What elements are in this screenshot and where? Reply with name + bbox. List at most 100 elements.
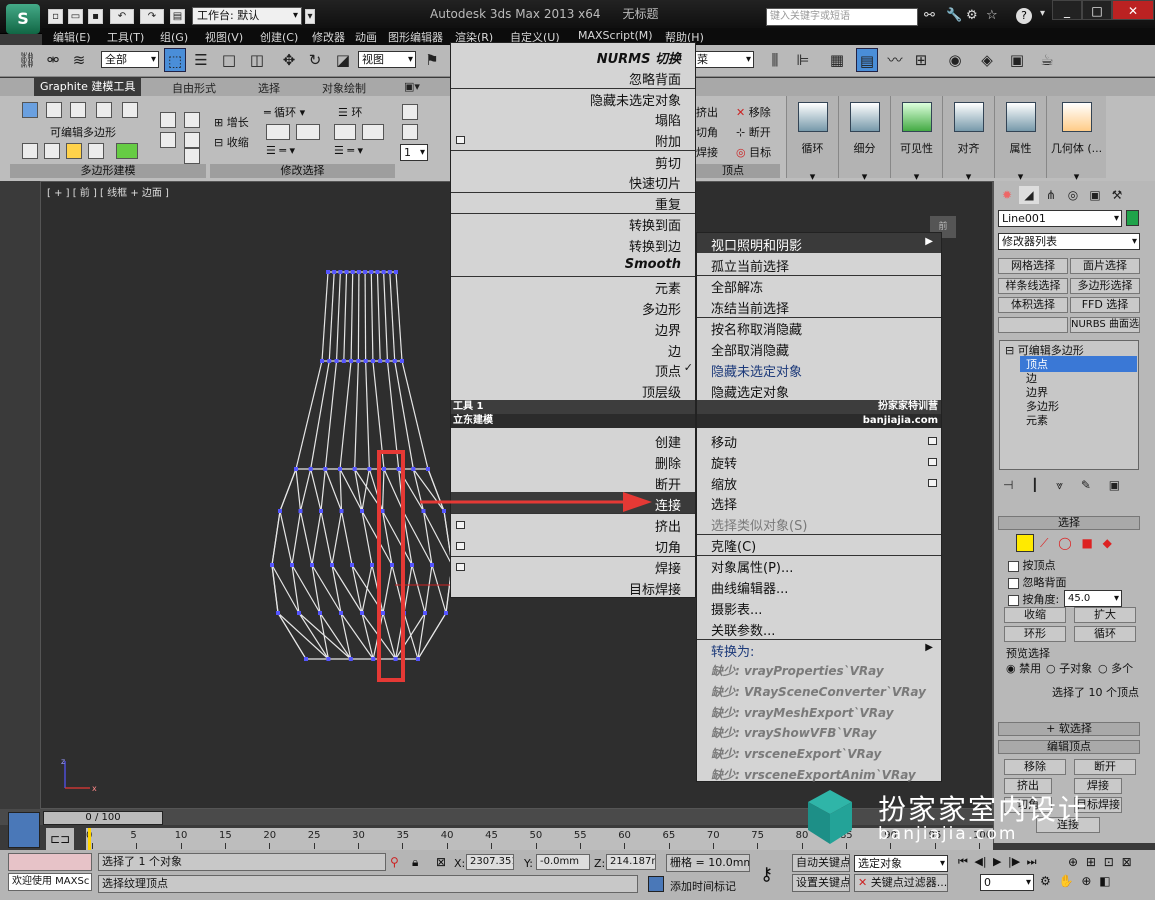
tab-options-icon[interactable]: ▣▾	[404, 80, 420, 93]
menu-chamfer[interactable]: 切角	[655, 537, 681, 556]
new-file-icon[interactable]: ▫	[48, 9, 63, 24]
tab-freeform[interactable]: 自由形式	[172, 80, 216, 96]
render-setup-icon[interactable]: ◈	[976, 48, 998, 72]
menu-hide-unselected[interactable]: 隐藏未选定对象	[590, 90, 681, 109]
vertex-tool-icon-1[interactable]	[402, 104, 418, 120]
vertex-tool-icon-2[interactable]	[402, 124, 418, 140]
spinner-value[interactable]: 1	[400, 144, 428, 161]
remove-vertex-button[interactable]: 移除	[1004, 759, 1066, 775]
undo-icon[interactable]: ↶	[110, 9, 134, 24]
help-dropdown-icon[interactable]: ▾	[1040, 8, 1045, 19]
unlink-icon[interactable]: ⚮	[42, 48, 64, 72]
time-slider[interactable]: 0 / 100	[43, 811, 163, 825]
menu-collapse[interactable]: 塌陷	[655, 110, 681, 129]
curve-editor-icon[interactable]: 〰	[884, 48, 906, 72]
menu-nurms-toggle[interactable]: NURMS 切换	[597, 48, 681, 67]
model-icon-2[interactable]	[44, 143, 60, 159]
break-button[interactable]: ⊹ 断开	[736, 124, 771, 140]
workspace-dropdown[interactable]: 工作台: 默认	[192, 7, 302, 25]
loop-shift-button[interactable]: ☰ ═ ▾	[266, 144, 295, 157]
menu-create[interactable]: 创建	[655, 432, 681, 451]
menu-quickslice[interactable]: 快速切片	[629, 173, 681, 192]
object-name-field[interactable]: Line001	[998, 210, 1122, 227]
mesh-select-button[interactable]: 网格选择	[998, 258, 1068, 274]
shrink-button[interactable]: 收缩	[1004, 607, 1066, 623]
menu-group[interactable]: 组(G)	[160, 29, 188, 45]
close-button[interactable]: ✕	[1112, 0, 1154, 20]
menu-unhide-by-name[interactable]: 按名称取消隐藏	[711, 319, 802, 338]
selection-filter-dropdown[interactable]: 全部	[101, 51, 159, 68]
nurbs-select-button[interactable]: NURBS 曲面选择	[1070, 317, 1140, 333]
select-by-name-icon[interactable]: ☰	[190, 48, 212, 72]
panel-label-modify-selection[interactable]: 修改选择	[210, 164, 395, 178]
menu-attach[interactable]: 附加	[655, 131, 681, 150]
menu-unfreeze-all[interactable]: 全部解冻	[711, 277, 763, 296]
auto-key-button[interactable]: 自动关键点	[792, 854, 850, 872]
key-icon[interactable]: ⚷	[760, 864, 773, 885]
chamfer-settings-icon[interactable]	[456, 542, 465, 550]
window-crossing-icon[interactable]: ◫	[246, 48, 268, 72]
menu-maxscript[interactable]: MAXScript(M)	[578, 29, 653, 42]
menu-polygon[interactable]: 多边形	[642, 299, 681, 318]
key-filters-button[interactable]: ✕ 关键点过滤器...	[854, 874, 948, 892]
motion-tab-icon[interactable]: ◎	[1063, 186, 1083, 204]
menu-select[interactable]: 选择	[711, 494, 737, 513]
model-icon-1[interactable]	[22, 143, 38, 159]
loop-button[interactable]: 循环	[1074, 626, 1136, 642]
loop-add-icon[interactable]	[266, 124, 290, 140]
ffd-select-button[interactable]: FFD 选择	[1070, 297, 1140, 313]
menu-target-weld[interactable]: 目标焊接	[629, 579, 681, 598]
remove-button[interactable]: ✕ 移除	[736, 104, 771, 120]
transform-mode-icon[interactable]: ⊠	[436, 855, 446, 869]
ribbon-align-button[interactable]: 对齐 ▾	[942, 96, 994, 183]
menu-animation[interactable]: 动画	[355, 29, 377, 45]
break-vertex-button[interactable]: 断开	[1074, 759, 1136, 775]
ring-button[interactable]: ☰ 环	[338, 104, 362, 120]
empty-modifier-button[interactable]	[998, 317, 1068, 333]
menu-repeat[interactable]: 重复	[655, 194, 681, 213]
project-folder-icon[interactable]: ▤	[170, 9, 185, 24]
align-icon[interactable]: ⊫	[792, 48, 814, 72]
menu-vertex[interactable]: 顶点	[655, 361, 681, 380]
current-frame-field[interactable]: 0	[980, 874, 1034, 891]
ring-add-icon[interactable]	[334, 124, 356, 140]
grow-button[interactable]: ⊞ 增长	[214, 114, 249, 130]
select-object-icon[interactable]: ⬚	[164, 48, 186, 72]
menu-smooth[interactable]: Smooth	[625, 257, 681, 272]
scale-icon[interactable]: ◪	[332, 48, 354, 72]
menu-element[interactable]: 元素	[655, 278, 681, 297]
time-config-icons[interactable]: ⚙ ✋ ⊕ ◧	[1040, 874, 1111, 888]
menu-viewport-lighting[interactable]: 视口照明和阴影	[711, 235, 802, 254]
curve-editor-mini-icon[interactable]: ⊏⊐	[46, 828, 74, 850]
border-mode-icon[interactable]	[70, 102, 86, 118]
layer-manager-icon[interactable]: ▦	[826, 48, 848, 72]
menu-hide-selection[interactable]: 隐藏选定对象	[711, 382, 789, 401]
stack-vertex[interactable]: 顶点	[1020, 356, 1137, 372]
utilities-tab-icon[interactable]: ⚒	[1107, 186, 1127, 204]
link-icon[interactable]: ⛓	[16, 48, 38, 72]
side-icon-2[interactable]	[160, 132, 176, 148]
menu-edge[interactable]: 边	[668, 341, 681, 360]
isolate-icon[interactable]: ⚲	[390, 855, 399, 869]
time-tag-icon[interactable]	[648, 876, 664, 892]
lock-icon[interactable]: 🔒︎	[412, 855, 418, 870]
save-file-icon[interactable]: ▪	[88, 9, 103, 24]
preview-multi-radio[interactable]: ○ 多个	[1098, 660, 1133, 676]
maxscript-listener-pink[interactable]	[8, 853, 92, 871]
maximize-button[interactable]: □	[1082, 0, 1112, 20]
menu-border[interactable]: 边界	[655, 320, 681, 339]
panel-label-poly-modeling[interactable]: 多边形建模	[10, 164, 206, 178]
vertex-select-icon[interactable]	[1016, 534, 1034, 552]
preview-disable-radio[interactable]: ◉ 禁用	[1006, 660, 1041, 676]
move-icon[interactable]: ✥	[278, 48, 300, 72]
stack-tools-row[interactable]: ⊣ ┃ ⩔ ✎ ▣	[1003, 478, 1139, 494]
subscription-icon[interactable]: ⚙	[966, 8, 978, 23]
add-time-tag[interactable]: 添加时间标记	[670, 878, 736, 894]
scale-settings-icon[interactable]	[928, 479, 937, 487]
menu-unhide-all[interactable]: 全部取消隐藏	[711, 340, 789, 359]
menu-convert-to-edge[interactable]: 转换到边	[629, 236, 681, 255]
ribbon-visibility-button[interactable]: 可见性 ▾	[890, 96, 942, 183]
grow-button[interactable]: 扩大	[1074, 607, 1136, 623]
open-file-icon[interactable]: ▭	[68, 9, 83, 24]
menu-modifiers[interactable]: 修改器	[312, 29, 345, 45]
